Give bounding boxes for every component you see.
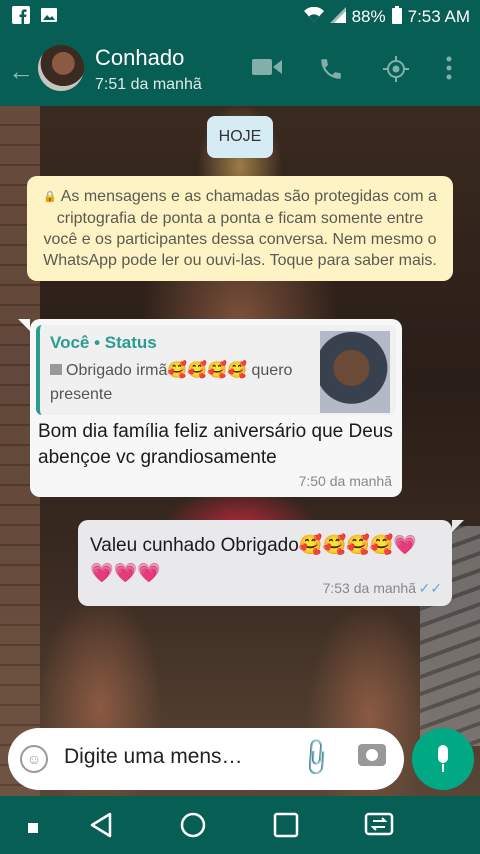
- encryption-notice[interactable]: 🔒 As mensagens e as chamadas são protegid…: [27, 176, 453, 281]
- quoted-status[interactable]: Você • Status Obrigado irmã🥰🥰🥰🥰 quero pr…: [36, 325, 396, 415]
- clock: 7:53 AM: [407, 7, 470, 26]
- quote-author: Você • Status: [50, 333, 157, 352]
- battery-level: 88%: [351, 7, 386, 26]
- mic-button[interactable]: [412, 728, 474, 790]
- back-arrow-icon[interactable]: ←: [8, 56, 34, 87]
- image-icon: [50, 364, 62, 375]
- message-time: 7:50 da manhã: [298, 473, 392, 489]
- outgoing-message[interactable]: Valeu cunhado Obrigado🥰🥰🥰🥰💗💗💗💗 7:53 da m…: [78, 520, 464, 606]
- gallery-icon: [40, 6, 58, 29]
- signal-icon: [329, 6, 346, 28]
- quote-text-value: Obrigado irmã🥰🥰🥰🥰 quero presente: [50, 362, 293, 403]
- video-call-icon[interactable]: [252, 56, 282, 83]
- nav-home-icon[interactable]: [180, 812, 206, 843]
- battery-icon: [391, 5, 402, 29]
- message-input[interactable]: Digite uma mens…: [64, 745, 243, 769]
- message-composer: ☺ Digite uma mens… 📎: [8, 728, 404, 790]
- dot-icon[interactable]: [28, 820, 38, 838]
- facebook-icon: [12, 5, 30, 29]
- location-target-icon[interactable]: [383, 56, 409, 87]
- mic-icon: [438, 745, 448, 763]
- chat-header: ← Conhado 7:51 da manhã: [0, 34, 480, 106]
- status-bar: 88% 7:53 AM: [0, 0, 480, 34]
- last-seen: 7:51 da manhã: [95, 76, 202, 93]
- message-text: Bom dia família feliz aniversário que De…: [38, 421, 393, 468]
- incoming-message[interactable]: Você • Status Obrigado irmã🥰🥰🥰🥰 quero pr…: [18, 319, 402, 497]
- camera-icon[interactable]: [358, 744, 386, 766]
- quote-text: Obrigado irmã🥰🥰🥰🥰 quero presente: [50, 359, 320, 407]
- emoji-icon[interactable]: ☺: [20, 745, 48, 773]
- switch-app-icon[interactable]: [364, 812, 394, 841]
- attach-icon[interactable]: 📎: [294, 735, 338, 780]
- message-time: 7:53 da manhã: [322, 580, 416, 596]
- date-chip: HOJE: [207, 116, 273, 158]
- avatar[interactable]: [38, 45, 84, 91]
- nav-back-icon[interactable]: [88, 812, 114, 843]
- wifi-icon: [303, 6, 324, 28]
- voice-call-icon[interactable]: [318, 56, 344, 87]
- contact-name[interactable]: Conhado: [95, 45, 184, 71]
- lock-icon: 🔒: [43, 191, 57, 203]
- status-thumbnail: [320, 331, 390, 413]
- more-options-icon[interactable]: [446, 56, 452, 85]
- system-nav-bar: [0, 796, 480, 854]
- read-receipt-icon: ✓✓: [418, 580, 442, 596]
- chat-area[interactable]: HOJE 🔒 As mensagens e as chamadas são pro…: [0, 106, 480, 796]
- nav-recents-icon[interactable]: [273, 812, 299, 843]
- encryption-notice-text: As mensagens e as chamadas são protegida…: [43, 188, 437, 269]
